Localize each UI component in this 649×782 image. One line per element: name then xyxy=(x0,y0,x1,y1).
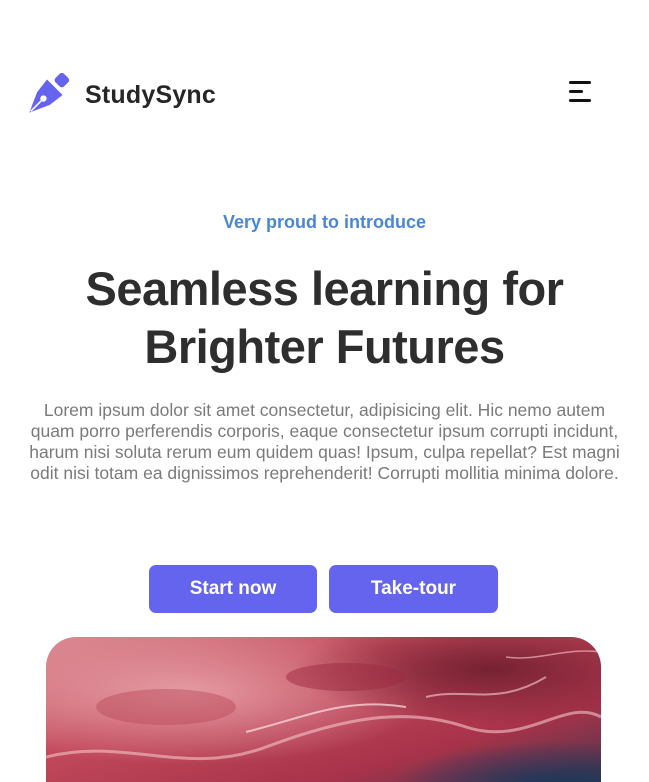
hero-actions: Start now Take-tour xyxy=(0,565,649,613)
site-header: StudySync xyxy=(0,0,649,190)
fountain-pen-icon xyxy=(29,72,70,113)
brand-logo[interactable]: StudySync xyxy=(22,70,216,120)
headline-line-1: Seamless learning for xyxy=(85,262,564,315)
take-tour-button[interactable]: Take-tour xyxy=(329,565,498,613)
headline-line-2: Brighter Futures xyxy=(144,320,505,373)
hero-image xyxy=(46,637,601,782)
hero-eyebrow: Very proud to introduce xyxy=(222,212,427,232)
brand-name: StudySync xyxy=(85,80,216,109)
hero-headline: Seamless learning for Brighter Futures xyxy=(0,260,649,376)
start-now-button[interactable]: Start now xyxy=(149,565,317,613)
hamburger-menu-icon xyxy=(569,81,591,84)
hero-description: Lorem ipsum dolor sit amet consectetur, … xyxy=(29,400,620,483)
menu-button[interactable] xyxy=(566,80,598,106)
